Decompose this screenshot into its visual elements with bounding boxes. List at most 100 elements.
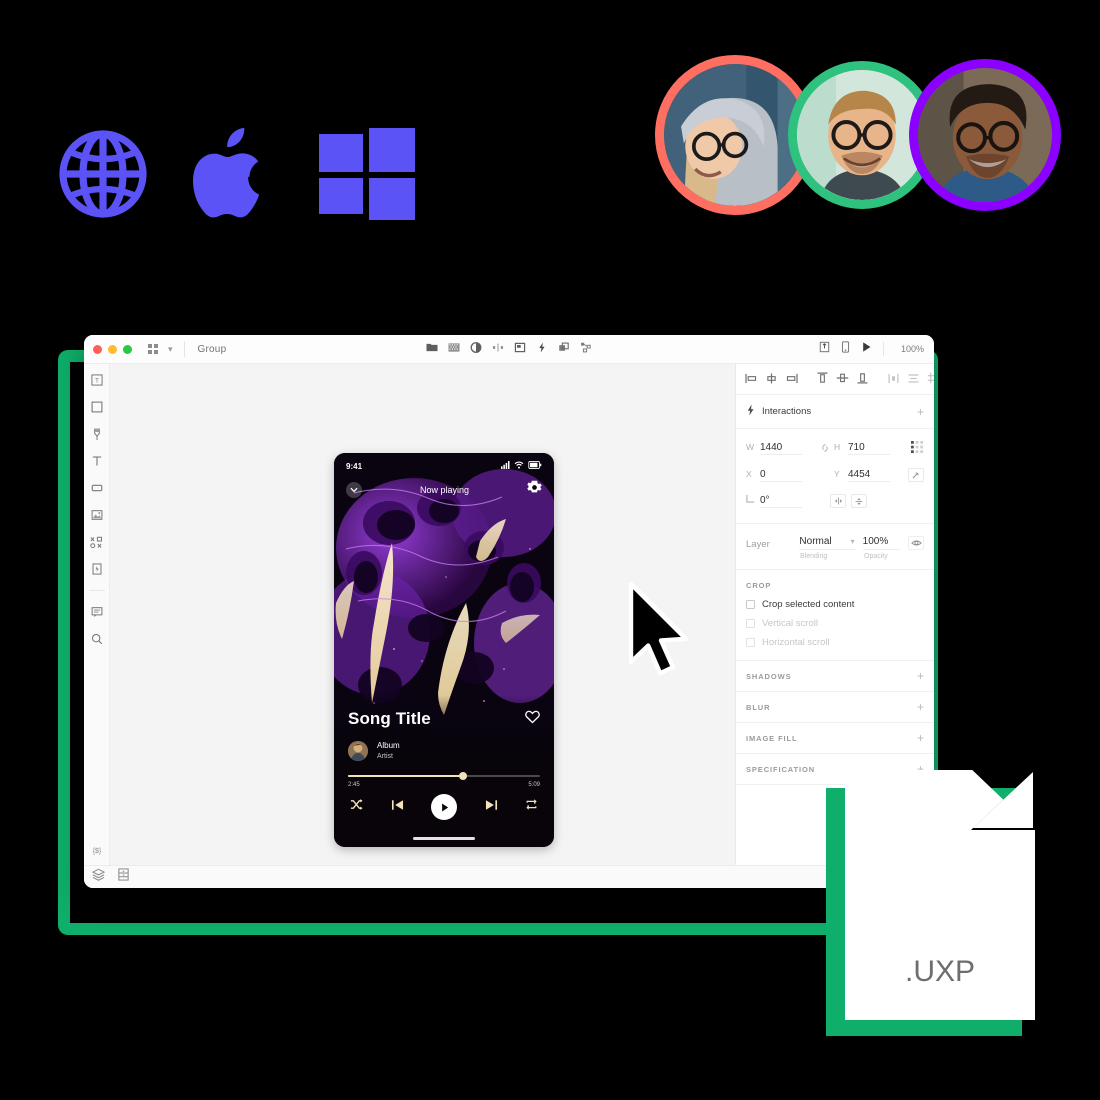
windows-icon	[317, 128, 417, 220]
y-field[interactable]: Y 4454	[834, 469, 904, 482]
angle-field[interactable]: 0°	[746, 494, 816, 508]
page-title: Group	[197, 343, 227, 355]
phone-mockup[interactable]: 9:41 Now playing Song Title Album Artist…	[334, 453, 554, 847]
align-left-icon[interactable]	[745, 373, 758, 386]
shadows-section[interactable]: SHADOWS +	[736, 661, 934, 692]
align-right-icon[interactable]	[785, 373, 798, 386]
y-value[interactable]: 4454	[848, 469, 890, 482]
device-preview-icon[interactable]	[841, 340, 850, 358]
heart-icon[interactable]	[525, 710, 540, 729]
add-blur-button[interactable]: +	[917, 701, 924, 713]
image-icon[interactable]	[90, 508, 104, 522]
pen-icon[interactable]	[90, 427, 104, 441]
rectangle-icon[interactable]	[90, 400, 104, 414]
image-fill-section[interactable]: IMAGE FILL +	[736, 723, 934, 754]
minimize-button[interactable]	[108, 344, 117, 354]
search-icon[interactable]	[90, 632, 104, 646]
time-row: 2:45 5:09	[348, 782, 540, 788]
progress-knob[interactable]	[459, 772, 468, 781]
x-field[interactable]: X 0	[746, 469, 816, 482]
layer-label: Layer	[746, 539, 770, 550]
interactions-label-group: Interactions	[746, 404, 811, 419]
window-body: T {$} 9:41 Now playing Song Title Album …	[84, 364, 934, 865]
shuffle-icon[interactable]	[350, 798, 363, 816]
component-icon[interactable]	[514, 340, 526, 358]
blur-section[interactable]: BLUR +	[736, 692, 934, 723]
component-add-icon[interactable]	[90, 562, 104, 576]
align-center-horizontal-icon[interactable]	[765, 373, 778, 386]
close-button[interactable]	[93, 344, 102, 354]
interaction-bolt-icon[interactable]	[537, 340, 548, 358]
blending-mode-select[interactable]: Normal ▾	[799, 536, 855, 550]
add-shadow-button[interactable]: +	[917, 670, 924, 682]
assets-icon[interactable]	[117, 868, 130, 886]
chevron-down-icon[interactable]: ▾	[168, 344, 173, 355]
artboard-icon[interactable]: T	[90, 373, 104, 387]
duplicate-icon[interactable]	[559, 340, 570, 358]
opacity-value[interactable]: 100%	[862, 536, 901, 550]
play-button[interactable]	[431, 794, 457, 821]
shape-icon[interactable]	[90, 481, 104, 495]
chevron-down-icon[interactable]	[346, 482, 362, 498]
play-icon[interactable]	[861, 340, 872, 358]
grid-distribute-icon[interactable]	[927, 372, 934, 386]
angle-value[interactable]: 0°	[760, 495, 802, 508]
crop-selected-content-row[interactable]: Crop selected content	[746, 599, 924, 610]
rotation-row: 0°	[746, 494, 924, 508]
window-traffic-lights[interactable]	[93, 344, 132, 354]
width-value[interactable]: 1440	[760, 442, 802, 455]
layers-icon[interactable]	[91, 868, 106, 886]
home-indicator	[413, 837, 475, 840]
repeat-icon[interactable]	[525, 798, 538, 816]
phone-nav-bar: Now playing	[334, 471, 554, 500]
titlebar-right-tools: 100%	[819, 340, 924, 358]
layout-grid-icon[interactable]	[911, 440, 924, 456]
progress-slider[interactable]: 2:45 5:09	[348, 772, 540, 788]
comment-icon[interactable]	[90, 605, 104, 619]
crop-selected-content-checkbox[interactable]	[746, 600, 755, 609]
width-field[interactable]: W 1440	[746, 442, 816, 455]
grid-pattern-icon[interactable]	[448, 340, 460, 358]
gear-icon[interactable]	[527, 480, 542, 500]
avatar-3	[909, 59, 1061, 211]
height-field[interactable]: H 710	[834, 442, 904, 455]
maximize-button[interactable]	[123, 344, 132, 354]
distribute-vertical-icon[interactable]	[907, 373, 920, 386]
boolean-icon[interactable]	[90, 535, 104, 549]
text-icon[interactable]	[90, 454, 104, 468]
distribute-horizontal-icon[interactable]	[887, 373, 900, 386]
design-canvas[interactable]: 9:41 Now playing Song Title Album Artist…	[110, 364, 736, 865]
eye-icon[interactable]	[908, 536, 924, 550]
height-value[interactable]: 710	[848, 442, 890, 455]
crop-selected-content-label: Crop selected content	[762, 599, 855, 610]
add-image-fill-button[interactable]: +	[917, 732, 924, 744]
align-top-icon[interactable]	[816, 372, 829, 386]
grid-icon[interactable]	[148, 344, 158, 354]
token-icon[interactable]: {$}	[90, 843, 104, 857]
folder-icon[interactable]	[426, 340, 438, 358]
mask-icon[interactable]	[470, 340, 482, 358]
blending-caption: Blending	[800, 553, 828, 560]
symbol-icon[interactable]	[581, 340, 592, 358]
song-header: Song Title	[348, 709, 540, 729]
add-interaction-button[interactable]: +	[917, 406, 924, 418]
blur-heading: BLUR	[746, 702, 771, 712]
angle-icon	[746, 494, 755, 505]
align-middle-vertical-icon[interactable]	[836, 372, 849, 386]
flip-horizontal-icon[interactable]	[830, 494, 846, 508]
album-thumbnail	[348, 741, 368, 762]
align-bottom-icon[interactable]	[856, 372, 869, 386]
distribute-icon[interactable]	[492, 340, 504, 358]
responsive-resize-icon[interactable]	[908, 468, 924, 482]
export-icon[interactable]	[819, 340, 830, 358]
link-icon[interactable]	[816, 440, 834, 456]
interactions-section[interactable]: Interactions +	[736, 395, 934, 429]
progress-fill	[348, 775, 464, 778]
x-key: X	[746, 468, 752, 479]
flip-vertical-icon[interactable]	[851, 494, 867, 508]
skip-next-icon[interactable]	[485, 798, 498, 816]
avatar-3-photo	[918, 68, 1052, 202]
skip-previous-icon[interactable]	[391, 798, 404, 816]
zoom-level[interactable]: 100%	[901, 344, 924, 354]
x-value[interactable]: 0	[760, 469, 802, 482]
